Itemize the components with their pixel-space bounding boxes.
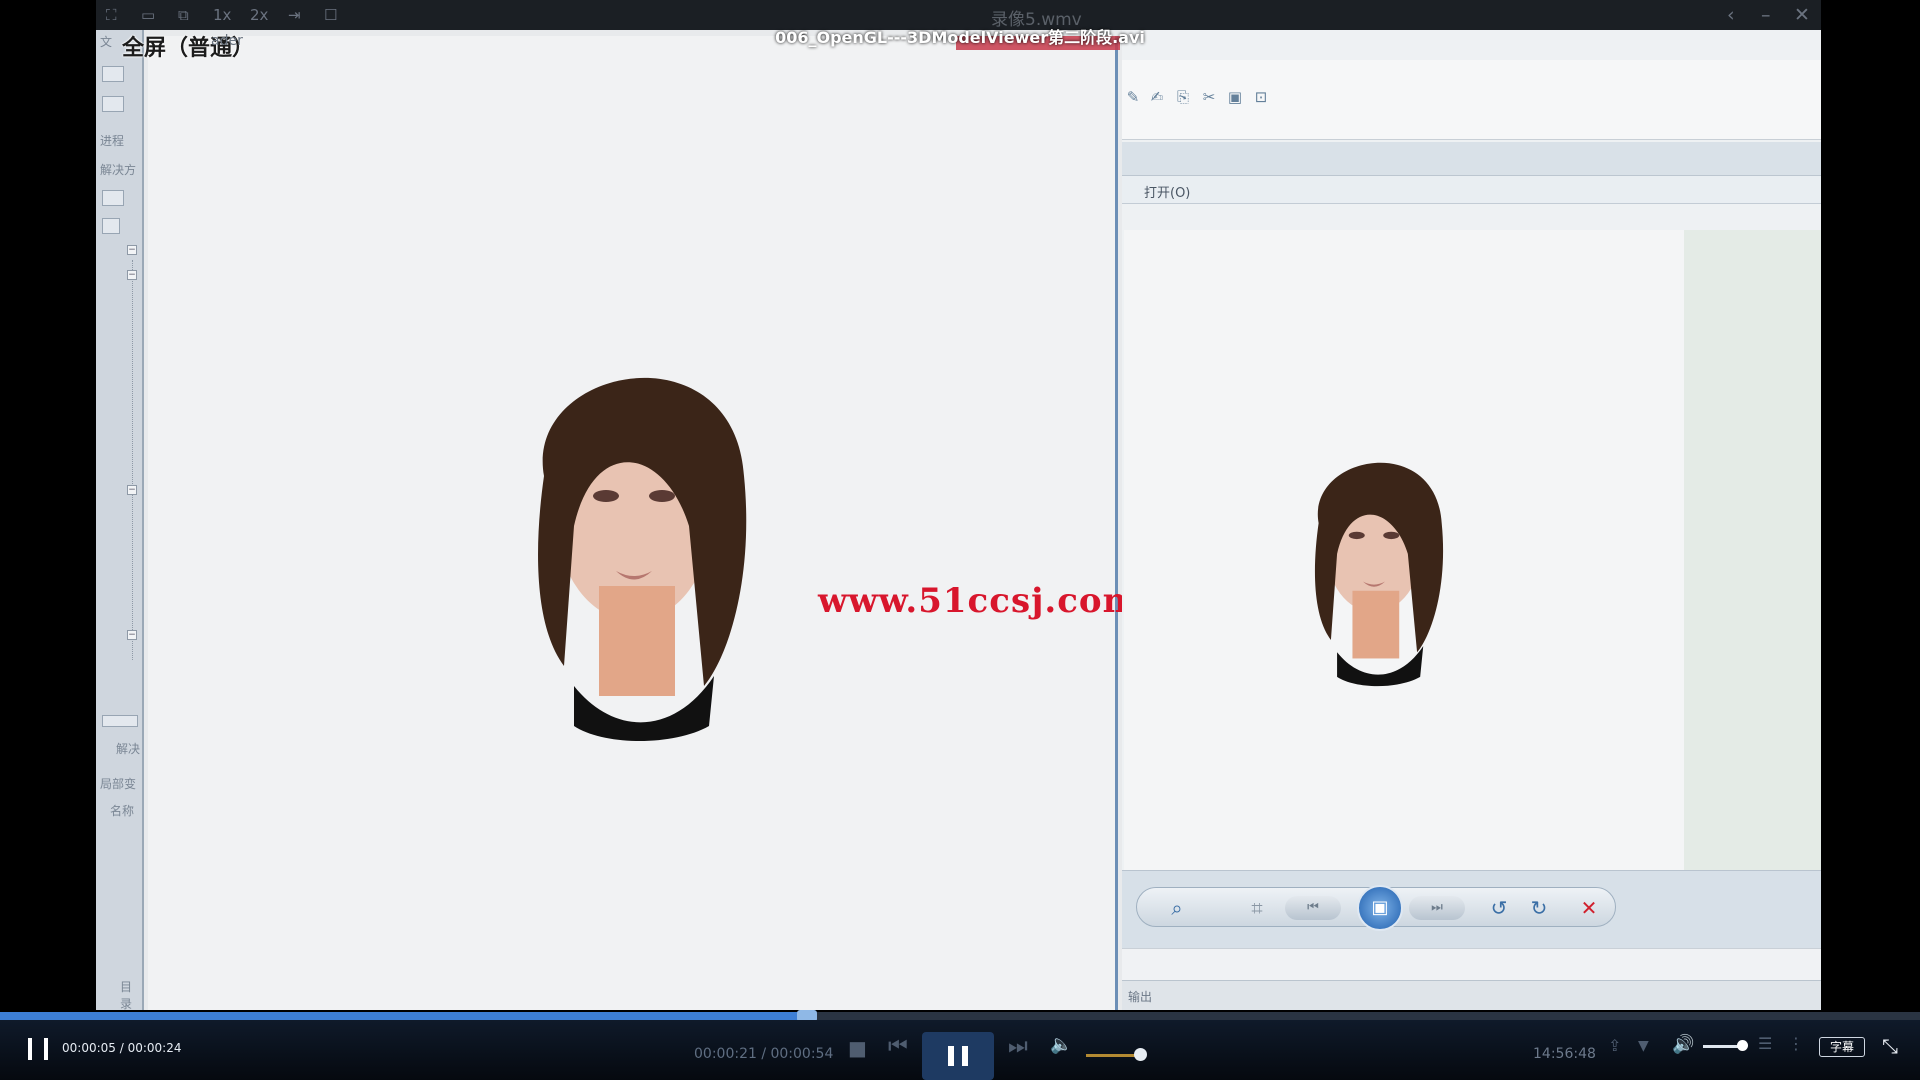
ide-solution-label: 解决方 (100, 163, 137, 177)
recorded-volume-slider[interactable] (1086, 1054, 1140, 1057)
output-tab[interactable]: 输出 (1128, 988, 1152, 1005)
tree-expander: − (127, 270, 137, 280)
volume-knob[interactable] (1737, 1040, 1748, 1051)
zoom-1x: 1x (213, 6, 232, 24)
stop-icon[interactable]: ■ (848, 1036, 867, 1060)
zoom-icon[interactable]: ⌕ (1165, 896, 1189, 920)
next-icon[interactable]: ⏭ (1008, 1034, 1028, 1059)
time-total: 00:00:24 (127, 1041, 182, 1055)
slideshow-button[interactable]: ▣ (1357, 885, 1403, 931)
viewer-status-bar (1122, 948, 1821, 980)
fit-icon: ⛶ (106, 6, 117, 24)
tree-expander: − (127, 245, 137, 255)
time-display: 00:00:05 / 00:00:24 (62, 1041, 181, 1055)
output-panel: 输出 (1122, 980, 1821, 1010)
viewer-address-band (1122, 142, 1821, 176)
window-icon: ▭ (141, 6, 156, 24)
3d-head-model-image (538, 377, 747, 741)
pause-icon[interactable] (28, 1038, 48, 1060)
video-file-title: 006_OpenGL---3DModelViewer第二阶段.avi (775, 28, 1145, 47)
viewer-nav-bar: ⌕ ⌗ ⏮ ▣ ⏭ ↺ ↻ ✕ (1122, 870, 1821, 948)
video-frame[interactable]: ⛶ ▭ ⧉ 1x 2x ⇥ ☐ 录像5.wmv ‹ – ✕ 文 进程 解决方 −… (96, 0, 1821, 1010)
tree-expander: − (127, 630, 137, 640)
player-controls: 00:00:05 / 00:00:24 00:00:21 / 00:00:54 … (0, 1020, 1920, 1080)
seek-progress (0, 1012, 807, 1020)
viewer-image-canvas (1124, 230, 1684, 870)
list-icon[interactable]: ⋮ (1788, 1034, 1804, 1053)
clock: 14:56:48 (1533, 1046, 1596, 1062)
rotate-right-icon[interactable]: ↻ (1527, 896, 1551, 920)
actual-size-icon[interactable]: ⌗ (1245, 896, 1269, 920)
image-viewer-window: ✎ ✍ ⎘ ✂ ▣ ⊡ 打开(O) ⌕ ⌗ ⏮ ▣ ⏭ ↺ ↻ ✕ 输出 (1122, 30, 1821, 1010)
arrow-icon: ⇥ (288, 6, 301, 24)
viewer-toolbar: ✎ ✍ ⎘ ✂ ▣ ⊡ (1122, 60, 1821, 140)
delete-icon[interactable]: ✕ (1577, 896, 1601, 920)
tool-icon[interactable]: ▣ (1226, 88, 1244, 106)
tool-icon[interactable]: ⎘ (1174, 88, 1192, 106)
subtitle-button[interactable]: 字幕 (1819, 1037, 1865, 1057)
back-icon: ‹ (1727, 4, 1735, 26)
playlist-icon[interactable]: ☰ (1758, 1034, 1772, 1053)
rotate-left-icon[interactable]: ↺ (1487, 896, 1511, 920)
edit-icon: ☐ (324, 6, 338, 24)
ide-name-column: 名称 (110, 804, 135, 818)
next-button[interactable]: ⏭ (1409, 896, 1465, 920)
scrollbar (102, 715, 138, 727)
time-separator: / (115, 1041, 128, 1055)
close-icon: ✕ (1794, 4, 1810, 26)
open-menu-button[interactable]: 打开(O) (1144, 182, 1190, 201)
zoom-2x: 2x (250, 6, 269, 24)
minimize-icon: – (1761, 4, 1771, 26)
tool-icon[interactable]: ✍ (1148, 88, 1166, 106)
ide-process-label: 进程 (100, 134, 125, 148)
viewer-controls: ⌕ ⌗ ⏮ ▣ ⏭ ↺ ↻ ✕ (1136, 885, 1616, 931)
ide-solution-tab: 解决 (116, 742, 141, 756)
chevron-down-icon[interactable]: ▼ (1638, 1038, 1649, 1054)
ide-sidebar: 文 进程 解决方 − − − − 解决 局部变 名称 目录 (96, 30, 144, 1010)
dropdown-icon[interactable]: ⊡ (1252, 88, 1270, 106)
tree-line (132, 260, 133, 660)
recorded-volume-knob[interactable] (1134, 1048, 1147, 1061)
ide-directory-tab: 目录 (120, 980, 133, 1010)
tree-expander: − (127, 485, 137, 495)
pause-button[interactable] (922, 1032, 994, 1080)
viewer-side-panel (1684, 230, 1821, 870)
exit-fullscreen-icon[interactable]: ⤡ (1882, 1034, 1898, 1058)
volume-icon[interactable]: 🔊 (1672, 1034, 1694, 1055)
viewer-menubar: 打开(O) (1122, 176, 1821, 204)
upload-icon[interactable]: ⇪ (1608, 1036, 1621, 1055)
previous-button[interactable]: ⏮ (1285, 896, 1341, 920)
time-current: 00:00:05 (62, 1041, 116, 1055)
ide-button (102, 66, 124, 82)
restore-icon: ⧉ (178, 6, 189, 24)
video-player: ⛶ ▭ ⧉ 1x 2x ⇥ ☐ 录像5.wmv ‹ – ✕ 文 进程 解决方 −… (0, 0, 1920, 1080)
viewer-head-image (1314, 462, 1444, 687)
ide-button (102, 96, 124, 112)
watermark-text: www.51ccsj.com (818, 581, 1140, 621)
ide-locals-label: 局部变 (100, 777, 137, 791)
recorded-time-display: 00:00:21 / 00:00:54 (694, 1046, 834, 1062)
gl-viewport[interactable]: www.51ccsj.com (148, 36, 1139, 1010)
tool-icon[interactable]: ✂ (1200, 88, 1218, 106)
tool-icon[interactable]: ✎ (1124, 88, 1142, 106)
seek-bar[interactable] (0, 1010, 1920, 1022)
volume-icon[interactable]: 🔈 (1050, 1034, 1072, 1055)
previous-icon[interactable]: ⏮ (888, 1034, 908, 1059)
ide-button (102, 190, 124, 206)
image-icon (102, 218, 120, 234)
